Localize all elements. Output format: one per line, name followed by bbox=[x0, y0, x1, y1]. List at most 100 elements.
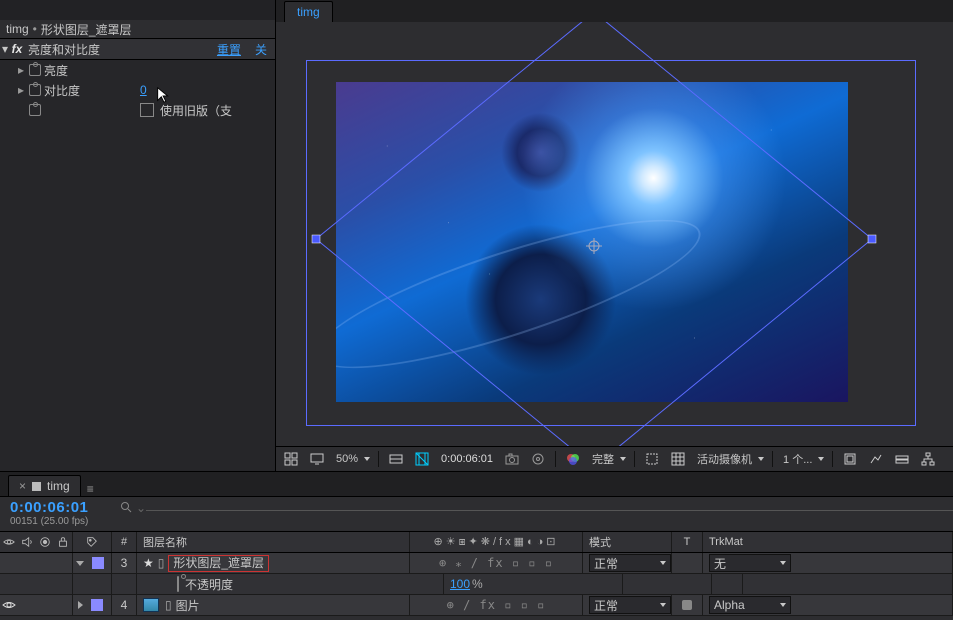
composition-viewer[interactable] bbox=[276, 22, 953, 446]
camera-label: 活动摄像机 bbox=[695, 451, 754, 467]
show-snapshot-icon[interactable] bbox=[529, 450, 547, 468]
trkmat-header[interactable]: TrkMat bbox=[703, 532, 953, 552]
tag-icon bbox=[86, 536, 98, 548]
caret-down-icon bbox=[620, 457, 626, 461]
effect-controls-panel: timg • 形状图层_遮罩层 ▾ fx 亮度和对比度 重置 关 ▸ 亮度 bbox=[0, 0, 276, 471]
disclosure-triangle-icon[interactable] bbox=[78, 601, 83, 609]
label-header[interactable] bbox=[73, 532, 112, 552]
timeline-header: 0:00:06:01 00151 (25.00 fps) ⌄ bbox=[0, 497, 953, 532]
fx-close-button[interactable]: 关 bbox=[255, 41, 267, 58]
layer-color-swatch[interactable] bbox=[92, 557, 104, 569]
fx-badge-icon[interactable]: fx bbox=[10, 42, 24, 56]
views-dropdown[interactable]: 1 个... bbox=[781, 451, 824, 467]
transparency-grid-icon[interactable] bbox=[413, 450, 431, 468]
fast-preview-icon[interactable] bbox=[867, 450, 885, 468]
camera-dropdown[interactable]: 活动摄像机 bbox=[695, 451, 764, 467]
resolution-half-icon[interactable] bbox=[387, 450, 405, 468]
breadcrumb-separator: • bbox=[33, 22, 37, 36]
t-header[interactable]: T bbox=[672, 532, 703, 552]
property-value[interactable]: 100 bbox=[450, 577, 470, 591]
trkmat-dropdown[interactable]: 无 bbox=[709, 554, 791, 572]
zoom-value: 50% bbox=[334, 453, 360, 465]
timeline-layer-row[interactable]: 3 ★ ▯ 形状图层_遮罩层 ⊕ ⁎ / fx ▫ ▫ ▫ 正常 无 bbox=[0, 553, 953, 574]
fx-param-value[interactable]: 0 bbox=[140, 83, 147, 97]
current-time[interactable]: 0:00:06:01 bbox=[10, 499, 120, 516]
eye-icon bbox=[3, 536, 15, 548]
timeline-column-headers: # 图层名称 ⊕☀⧆✦❋/fx▦◐◑⊡ 模式 T TrkMat bbox=[0, 532, 953, 553]
lock-icon bbox=[57, 536, 69, 548]
disclosure-triangle-icon[interactable] bbox=[76, 561, 84, 566]
fx-breadcrumb-comp[interactable]: timg bbox=[6, 22, 29, 36]
blend-mode-dropdown[interactable]: 正常 bbox=[589, 596, 671, 614]
mode-header[interactable]: 模式 bbox=[583, 532, 672, 552]
layer-color-swatch[interactable] bbox=[91, 599, 103, 611]
timeline-search[interactable]: ⌄ bbox=[120, 497, 953, 531]
roi-icon[interactable] bbox=[643, 450, 661, 468]
stopwatch-icon[interactable] bbox=[177, 577, 179, 591]
composition-panel: timg bbox=[276, 0, 953, 471]
layer-name[interactable]: 形状图层_遮罩层 bbox=[168, 555, 269, 572]
fx-effect-header[interactable]: ▾ fx 亮度和对比度 重置 关 bbox=[0, 38, 275, 60]
tab-menu-icon[interactable]: ≡ bbox=[87, 482, 94, 496]
fx-param-label: 对比度 bbox=[42, 82, 140, 99]
comp-footage[interactable] bbox=[336, 82, 848, 402]
flowchart-icon[interactable] bbox=[919, 450, 937, 468]
comp-tab-label: timg bbox=[297, 5, 320, 19]
stopwatch-icon[interactable] bbox=[28, 104, 42, 116]
timeline-tab-strip: × timg ≡ bbox=[0, 472, 953, 497]
blend-mode-dropdown[interactable]: 正常 bbox=[589, 554, 671, 572]
shy-icon[interactable]: ▯ bbox=[158, 556, 165, 570]
frame-info: 00151 (25.00 fps) bbox=[10, 516, 120, 527]
stopwatch-icon[interactable] bbox=[28, 84, 42, 96]
caret-down-icon bbox=[780, 561, 786, 565]
index-header[interactable]: # bbox=[112, 532, 137, 552]
search-cursor: ⌄ bbox=[136, 501, 146, 515]
timeline-property-row[interactable]: 不透明度 100 % bbox=[0, 574, 953, 595]
separator bbox=[772, 451, 773, 467]
timeline-toggle-icon[interactable] bbox=[893, 450, 911, 468]
fx-breadcrumb-layer[interactable]: 形状图层_遮罩层 bbox=[41, 21, 132, 38]
fx-param-label: 使用旧版（支 bbox=[160, 102, 232, 119]
viewer-timecode[interactable]: 0:00:06:01 bbox=[439, 453, 495, 465]
disclosure-triangle-icon[interactable]: ▸ bbox=[18, 83, 28, 97]
fx-effect-name: 亮度和对比度 bbox=[24, 41, 217, 58]
trkmat-toggle[interactable] bbox=[672, 595, 703, 615]
fx-param-row: ▸ 亮度 bbox=[0, 60, 275, 80]
magnify-grid-icon[interactable] bbox=[282, 450, 300, 468]
eye-toggle[interactable] bbox=[2, 598, 16, 612]
disclosure-triangle-icon[interactable]: ▸ bbox=[18, 63, 28, 77]
caret-down-icon bbox=[780, 603, 786, 607]
snapshot-icon[interactable] bbox=[503, 450, 521, 468]
comp-tab[interactable]: timg bbox=[284, 1, 333, 22]
footage-icon bbox=[143, 598, 159, 612]
monitor-icon[interactable] bbox=[308, 450, 326, 468]
layer-switches[interactable]: ⊕ ⁎ / fx ▫ ▫ ▫ bbox=[439, 556, 553, 570]
timeline-panel: × timg ≡ 0:00:06:01 00151 (25.00 fps) ⌄ bbox=[0, 471, 953, 620]
layer-switches[interactable]: ⊕ / fx ▫ ▫ ▫ bbox=[447, 598, 546, 612]
fx-param-row: 使用旧版（支 bbox=[0, 100, 275, 120]
speaker-icon bbox=[21, 536, 33, 548]
pixel-aspect-icon[interactable] bbox=[841, 450, 859, 468]
switches-header[interactable]: ⊕☀⧆✦❋/fx▦◐◑⊡ bbox=[410, 532, 583, 552]
fx-breadcrumb: timg • 形状图层_遮罩层 bbox=[0, 20, 275, 38]
av-features-header[interactable] bbox=[0, 532, 73, 552]
zoom-dropdown[interactable]: 50% bbox=[334, 453, 370, 465]
channel-icon[interactable] bbox=[564, 450, 582, 468]
timeline-layer-row[interactable]: 4 ▯ 图片 ⊕ / fx ▫ ▫ ▫ 正常 Alph bbox=[0, 595, 953, 616]
disclosure-triangle-icon[interactable]: ▾ bbox=[0, 42, 10, 56]
layername-header[interactable]: 图层名称 bbox=[137, 532, 410, 552]
legacy-checkbox[interactable] bbox=[140, 103, 154, 117]
timeline-tab[interactable]: × timg bbox=[8, 475, 81, 496]
trkmat-toggle[interactable] bbox=[672, 553, 703, 573]
fx-reset-button[interactable]: 重置 bbox=[217, 41, 241, 58]
layer-index: 3 bbox=[112, 553, 137, 573]
grid-overlay-icon[interactable] bbox=[669, 450, 687, 468]
stopwatch-icon[interactable] bbox=[28, 64, 42, 76]
resolution-dropdown[interactable]: 完整 bbox=[590, 451, 626, 467]
shy-icon[interactable]: ▯ bbox=[165, 598, 172, 612]
tab-close-icon[interactable]: × bbox=[19, 479, 26, 493]
caret-down-icon bbox=[364, 457, 370, 461]
search-input[interactable] bbox=[146, 509, 953, 511]
layer-name[interactable]: 图片 bbox=[176, 597, 200, 614]
trkmat-dropdown[interactable]: Alpha bbox=[709, 596, 791, 614]
